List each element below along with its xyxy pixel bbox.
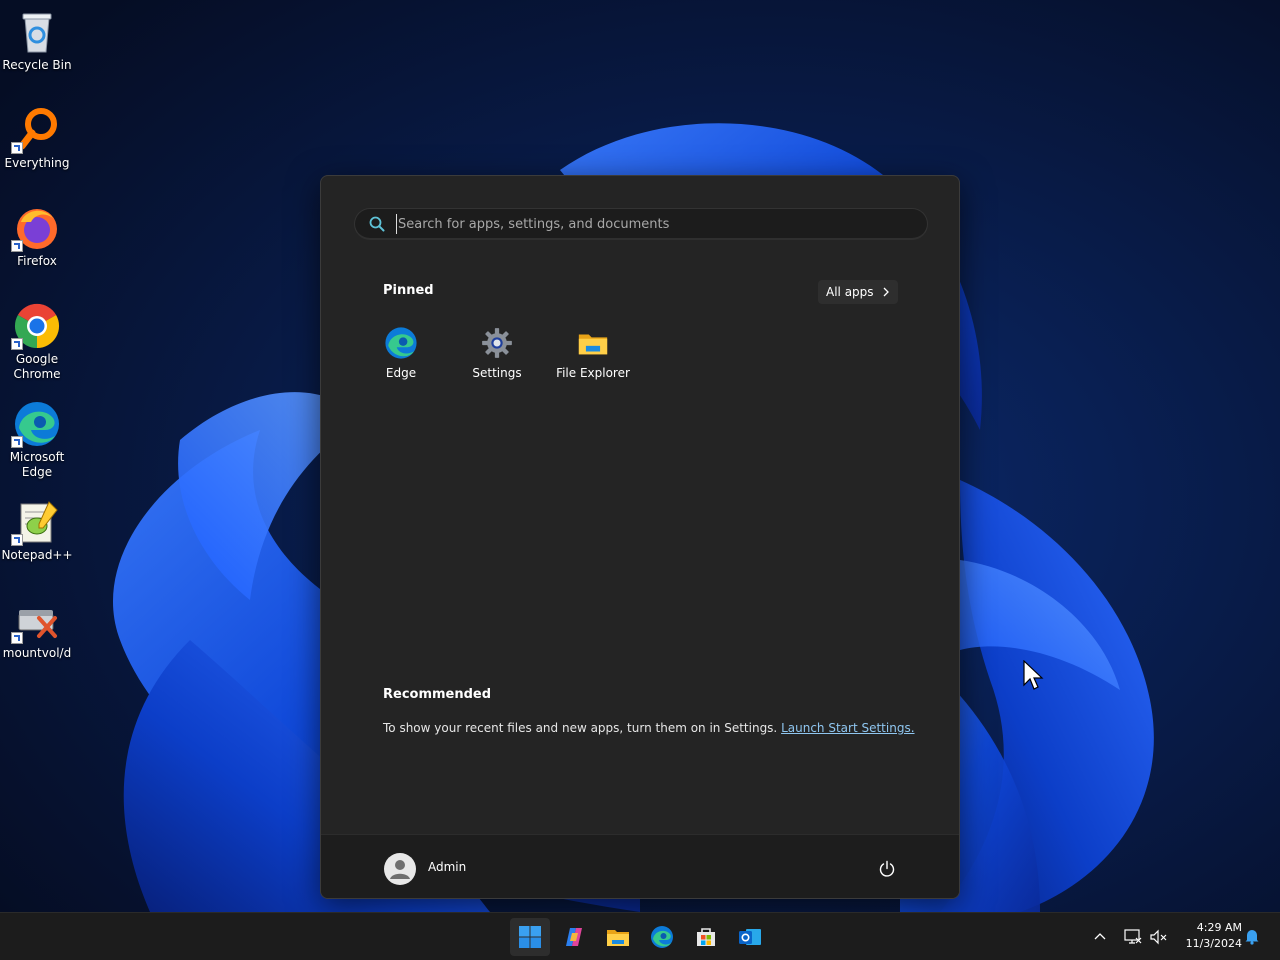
notepad-plus-plus-icon <box>11 498 61 546</box>
shortcut-arrow-icon <box>11 436 23 448</box>
pinned-app-settings[interactable]: Settings <box>449 322 545 386</box>
chrome-icon <box>11 302 61 350</box>
edge-icon <box>11 400 61 448</box>
start-search-box[interactable] <box>354 208 928 240</box>
desktop-icon-label: Microsoft Edge <box>9 450 65 479</box>
desktop-icon-label: Everything <box>4 156 70 170</box>
recommended-heading: Recommended <box>383 687 492 702</box>
shortcut-arrow-icon <box>11 534 23 546</box>
user-name[interactable]: Admin <box>428 860 466 874</box>
user-avatar[interactable] <box>384 853 416 885</box>
start-button[interactable] <box>510 918 550 956</box>
taskbar: 4:29 AM 11/3/2024 <box>0 912 1280 960</box>
start-footer: Admin <box>321 834 959 898</box>
notification-bell-icon[interactable] <box>1244 927 1260 945</box>
desktop-icon-recycle-bin[interactable]: Recycle Bin <box>0 8 74 73</box>
file-explorer-icon <box>607 930 629 946</box>
chevron-right-icon <box>883 287 889 297</box>
settings-gear-icon <box>480 326 514 360</box>
pinned-app-edge[interactable]: Edge <box>353 322 449 386</box>
desktop-icon-mountvol[interactable]: mountvol/d <box>0 596 74 661</box>
pinned-heading: Pinned <box>383 283 434 298</box>
shortcut-arrow-icon <box>11 632 23 644</box>
chevron-up-icon[interactable] <box>1092 929 1108 945</box>
taskbar-file-explorer-button[interactable] <box>598 918 638 956</box>
search-icon <box>369 216 385 232</box>
recommended-description: To show your recent files and new apps, … <box>383 721 778 735</box>
pinned-app-label: File Explorer <box>556 366 630 380</box>
pinned-app-label: Edge <box>385 366 417 380</box>
copilot-icon <box>566 928 582 946</box>
taskbar-edge-button[interactable] <box>642 918 682 956</box>
recommended-message: To show your recent files and new apps, … <box>383 721 915 735</box>
desktop-icon-label: mountvol/d <box>2 646 72 660</box>
volume-muted-icon[interactable] <box>1149 927 1169 947</box>
pinned-app-label: Settings <box>472 366 522 380</box>
desktop-icon-label: Recycle Bin <box>2 58 72 72</box>
power-icon[interactable] <box>877 859 897 879</box>
shortcut-arrow-icon <box>11 240 23 252</box>
taskbar-outlook-button[interactable] <box>730 918 770 956</box>
desktop-icon-google-chrome[interactable]: Google Chrome <box>0 302 74 382</box>
outlook-icon <box>739 929 761 945</box>
pinned-app-file-explorer[interactable]: File Explorer <box>545 322 641 386</box>
desktop-icon-everything[interactable]: Everything <box>0 106 74 171</box>
user-icon <box>390 860 410 879</box>
desktop-icon-notepad-plus-plus[interactable]: Notepad++ <box>0 498 74 563</box>
folder-icon <box>576 326 610 360</box>
drive-remove-icon <box>11 596 61 644</box>
all-apps-button[interactable]: All apps <box>818 280 898 304</box>
clock-time: 4:29 AM <box>1196 921 1242 934</box>
everything-search-icon <box>11 106 61 154</box>
desktop-icon-label: Google Chrome <box>13 352 61 381</box>
start-windows-icon <box>519 926 541 948</box>
search-input[interactable] <box>396 214 908 234</box>
mouse-cursor-icon <box>1023 660 1044 690</box>
desktop-icon-label: Firefox <box>17 254 57 268</box>
firefox-icon <box>11 204 61 252</box>
start-menu: Pinned All apps Edge <box>320 175 960 899</box>
desktop-icon-microsoft-edge[interactable]: Microsoft Edge <box>0 400 74 480</box>
all-apps-label: All apps <box>826 285 874 299</box>
shortcut-arrow-icon <box>11 338 23 350</box>
recycle-bin-icon <box>13 8 61 56</box>
clock-date: 11/3/2024 <box>1185 937 1242 950</box>
edge-icon <box>651 926 673 948</box>
taskbar-clock[interactable]: 4:29 AM 11/3/2024 <box>1176 920 1242 952</box>
taskbar-copilot-button[interactable] <box>554 918 594 956</box>
desktop-icon-label: Notepad++ <box>1 548 73 562</box>
microsoft-store-icon <box>697 928 715 946</box>
taskbar-store-button[interactable] <box>686 918 726 956</box>
launch-start-settings-link[interactable]: Launch Start Settings. <box>781 721 914 735</box>
edge-icon <box>384 326 418 360</box>
desktop-icon-firefox[interactable]: Firefox <box>0 204 74 269</box>
network-icon[interactable] <box>1123 927 1143 947</box>
shortcut-arrow-icon <box>11 142 23 154</box>
